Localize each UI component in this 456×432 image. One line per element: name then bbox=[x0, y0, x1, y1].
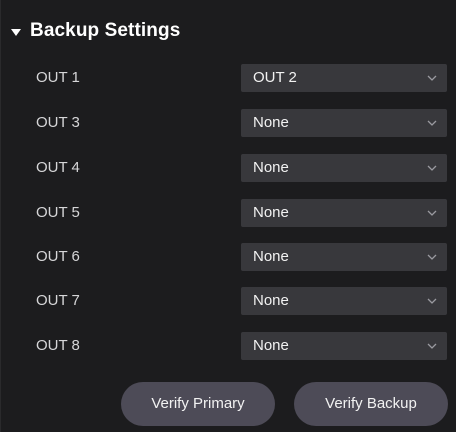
output-row: OUT 7 None bbox=[1, 285, 456, 317]
select-value: None bbox=[253, 337, 289, 354]
chevron-down-icon bbox=[427, 298, 437, 304]
output-label: OUT 3 bbox=[36, 114, 80, 131]
backup-select[interactable]: None bbox=[241, 287, 447, 315]
output-row: OUT 1 OUT 2 bbox=[1, 62, 456, 94]
section-header[interactable]: Backup Settings bbox=[11, 18, 180, 44]
chevron-down-icon bbox=[427, 254, 437, 260]
chevron-down-icon bbox=[427, 120, 437, 126]
select-value: None bbox=[253, 292, 289, 309]
output-label: OUT 5 bbox=[36, 204, 80, 221]
output-label: OUT 6 bbox=[36, 248, 80, 265]
select-value: None bbox=[253, 114, 289, 131]
backup-select[interactable]: None bbox=[241, 109, 447, 137]
output-row: OUT 4 None bbox=[1, 152, 456, 184]
output-label: OUT 7 bbox=[36, 292, 80, 309]
chevron-down-icon bbox=[427, 343, 437, 349]
chevron-down-icon bbox=[427, 165, 437, 171]
backup-select[interactable]: None bbox=[241, 154, 447, 182]
output-row: OUT 8 None bbox=[1, 330, 456, 362]
select-value: OUT 2 bbox=[253, 69, 297, 86]
backup-select[interactable]: OUT 2 bbox=[241, 64, 447, 92]
section-title: Backup Settings bbox=[30, 20, 181, 41]
select-value: None bbox=[253, 159, 289, 176]
backup-select[interactable]: None bbox=[241, 243, 447, 271]
backup-select[interactable]: None bbox=[241, 199, 447, 227]
select-value: None bbox=[253, 248, 289, 265]
output-label: OUT 1 bbox=[36, 69, 80, 86]
output-label: OUT 4 bbox=[36, 159, 80, 176]
chevron-down-icon bbox=[427, 75, 437, 81]
output-row: OUT 6 None bbox=[1, 241, 456, 273]
backup-settings-panel: Backup Settings OUT 1 OUT 2 OUT 3 None O… bbox=[0, 0, 456, 432]
chevron-down-icon bbox=[427, 210, 437, 216]
output-row: OUT 3 None bbox=[1, 107, 456, 139]
verify-primary-button[interactable]: Verify Primary bbox=[121, 382, 275, 426]
select-value: None bbox=[253, 204, 289, 221]
verify-backup-button[interactable]: Verify Backup bbox=[294, 382, 448, 426]
backup-select[interactable]: None bbox=[241, 332, 447, 360]
output-label: OUT 8 bbox=[36, 337, 80, 354]
triangle-down-icon[interactable] bbox=[11, 28, 21, 36]
output-row: OUT 5 None bbox=[1, 197, 456, 229]
